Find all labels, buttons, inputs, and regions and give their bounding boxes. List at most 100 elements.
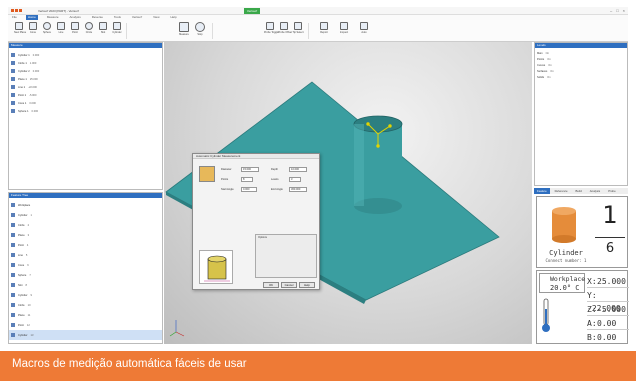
tab-build[interactable]: Build	[573, 188, 585, 194]
list-item[interactable]: Workplace	[9, 200, 162, 210]
list-item[interactable]: Line 5	[9, 250, 162, 260]
feature-icon	[11, 61, 15, 65]
points-field[interactable]: 8	[241, 177, 253, 182]
stop-button[interactable]: Stop	[194, 22, 206, 37]
temperature-box: Workplace 20.0° C	[539, 273, 585, 293]
ribbon-separator	[126, 23, 127, 39]
list-item[interactable]: Circle 2	[9, 220, 162, 230]
auto-icon	[360, 22, 368, 30]
ribbon-button-plane[interactable]: New Plane	[14, 22, 26, 37]
window-title: Verisurf 2023 [PART] - Verisurf	[38, 9, 79, 13]
quick-access-toolbar[interactable]	[11, 9, 25, 13]
feature-icon	[11, 243, 15, 247]
cylinder-icon	[113, 22, 121, 30]
cone-icon	[29, 22, 37, 30]
start-angle-field[interactable]: 0.000	[241, 187, 257, 192]
list-item[interactable]: Plane 1 25.000	[9, 75, 162, 83]
ribbon-button-line[interactable]: Line	[56, 22, 66, 37]
list-item[interactable]: Circle 1 1.000	[9, 59, 162, 67]
feature-icon	[11, 303, 15, 307]
cancel-button[interactable]: Cancel	[281, 282, 297, 288]
ribbon-button-sphere[interactable]: Sphere	[42, 22, 52, 37]
auto-button[interactable]: Auto	[358, 22, 370, 37]
fraction-divider	[595, 237, 625, 238]
feature-icon	[11, 223, 15, 227]
tip-select-button[interactable]: Tip Select	[292, 22, 304, 37]
report-icon	[320, 22, 328, 30]
ribbon-button-circle[interactable]: Circle	[84, 22, 94, 37]
list-item[interactable]: Cylinder 1	[9, 210, 162, 220]
list-item[interactable]: Point 4	[9, 240, 162, 250]
ribbon-button-cylinder[interactable]: Cylinder	[112, 22, 122, 37]
tip-icon	[294, 22, 302, 30]
tab-probe[interactable]: Probe	[605, 188, 618, 194]
help-button[interactable]: Help	[299, 282, 315, 288]
ribbon-button-point[interactable]: Point	[70, 22, 80, 37]
caption-bar: Macros de medição automática fáceis de u…	[0, 351, 636, 381]
feature-icon	[11, 263, 15, 267]
plane-icon	[15, 22, 23, 30]
ribbon-separator	[212, 23, 213, 39]
feature-info: 1 6 Cylinder Connect number: 1	[536, 196, 628, 268]
cylinder-icon	[199, 166, 215, 182]
feature-tree-panel: Feature Tree Workplace Cylinder 1 Circle 2…	[8, 192, 163, 344]
axis-row-z: Z:-5.000	[587, 303, 629, 316]
list-item[interactable]: Sphere 7	[9, 270, 162, 280]
tab-reference[interactable]: Reference	[552, 188, 571, 194]
probe-offset-button[interactable]: Probe Offset	[278, 22, 292, 37]
close-icon[interactable]: ×	[623, 8, 625, 13]
list-item[interactable]: Circle 10	[9, 300, 162, 310]
context-tab[interactable]: Verisurf	[244, 8, 260, 14]
line-icon	[57, 22, 65, 30]
cylinder-highlight	[354, 124, 364, 206]
list-item[interactable]: Sphere 1 0.000	[9, 107, 162, 115]
ok-button[interactable]: OK	[263, 282, 279, 288]
minimize-icon[interactable]: –	[610, 8, 612, 13]
list-item[interactable]: Slot 8	[9, 280, 162, 290]
measure-panel: Measure Cylinder 1 0.000 Circle 1 1.000 Cy…	[8, 42, 163, 190]
axis-row-y: Y:-22.000	[587, 289, 629, 313]
options-label: Options	[258, 236, 267, 239]
list-item[interactable]: Cone 1 0.000	[9, 99, 162, 107]
measure-icon	[179, 22, 189, 32]
list-item[interactable]: Cone 6	[9, 260, 162, 270]
workplace-readout: Workplace 20.0° C X:25.000 Y:-22.000 Z:-…	[536, 270, 629, 344]
tab-feature[interactable]: Feature	[534, 188, 550, 194]
end-angle-field[interactable]: 360.000	[289, 187, 307, 192]
crosshair-icon	[266, 22, 274, 30]
list-item[interactable]: Plane 3	[9, 230, 162, 240]
depth-field[interactable]: 10.000	[289, 167, 307, 172]
sphere-icon	[43, 22, 51, 30]
title-bar: Verisurf 2023 [PART] - Verisurf Verisurf…	[8, 7, 628, 15]
tab-analysis[interactable]: Analysis	[587, 188, 603, 194]
levels-field[interactable]: 3	[289, 177, 301, 182]
list-item[interactable]: Point 12	[9, 320, 162, 330]
feature-icon	[11, 101, 15, 105]
feature-icon	[11, 313, 15, 317]
list-item-selected[interactable]: Cylinder 13	[9, 330, 162, 340]
feature-icon	[11, 283, 15, 287]
probe-toggle-button[interactable]: Probe Toggle	[264, 22, 279, 37]
measure-button[interactable]: Measure	[178, 22, 190, 37]
depth-label: Depth	[271, 168, 278, 171]
ribbon-button-cone[interactable]: Cone	[28, 22, 38, 37]
diameter-field[interactable]: 15.000	[241, 167, 259, 172]
inspect-button[interactable]: Inspect	[338, 22, 350, 37]
report-button[interactable]: Report	[318, 22, 330, 37]
dialog-title: Automatic Cylinder Measurement	[193, 154, 319, 159]
list-item[interactable]: Line 1 -22.000	[9, 83, 162, 91]
list-item[interactable]: Cylinder 1 0.000	[9, 51, 162, 59]
connect-number: Connect number: 1	[545, 258, 587, 263]
right-panel-tabs: Feature Reference Build Analysis Probe	[534, 188, 628, 194]
maximize-icon[interactable]: □	[616, 8, 618, 13]
list-item[interactable]: Plane 11	[9, 310, 162, 320]
list-item[interactable]: Point 1 -5.000	[9, 91, 162, 99]
feature-icon	[11, 109, 15, 113]
list-item[interactable]: Cylinder 2 0.000	[9, 67, 162, 75]
list-item[interactable]: Solids On	[535, 74, 627, 80]
list-item[interactable]: Cylinder 9	[9, 290, 162, 300]
ribbon-button-slot[interactable]: Slot	[98, 22, 108, 37]
feature-icon	[11, 93, 15, 97]
probe-icon	[280, 22, 288, 30]
slot-icon	[99, 22, 107, 30]
